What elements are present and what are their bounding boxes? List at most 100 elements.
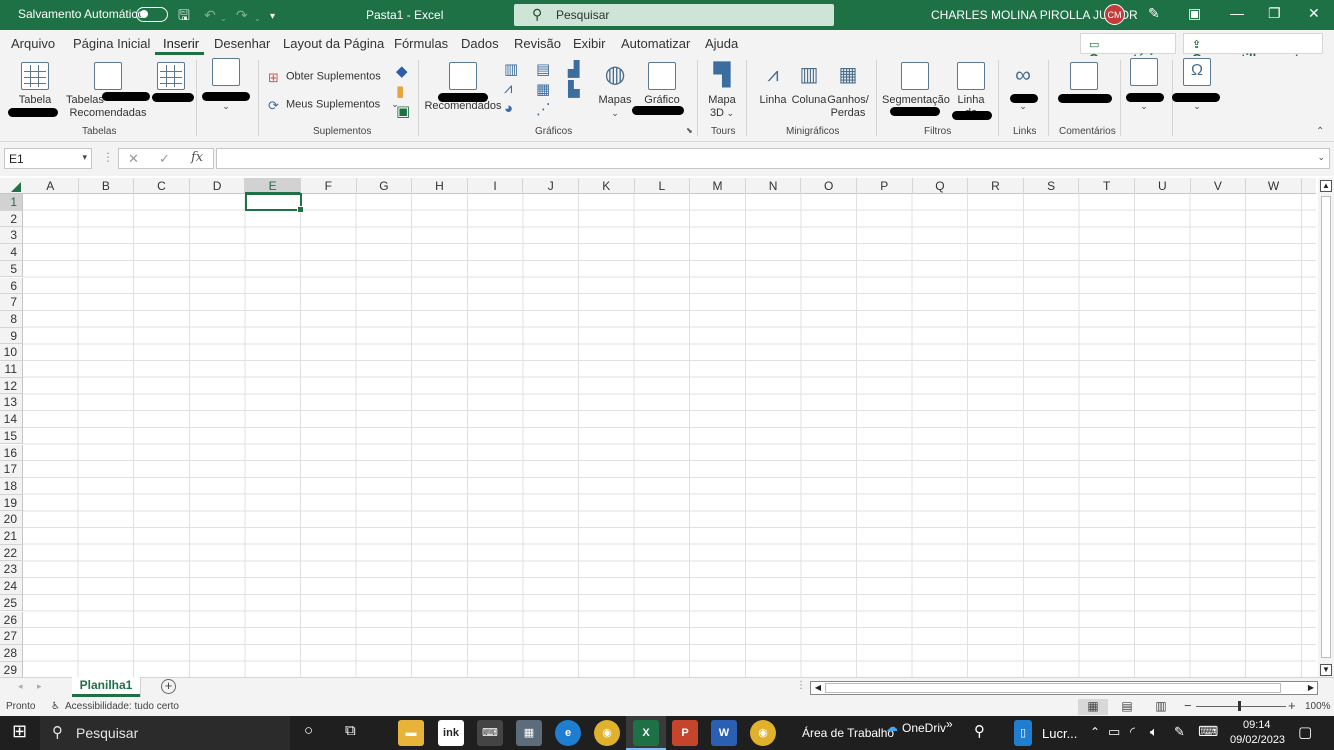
vertical-scrollbar[interactable]: ▲ ▼: [1318, 178, 1334, 677]
chrome-profile-icon[interactable]: ◉: [750, 720, 776, 746]
insert-function-icon[interactable]: fx: [191, 150, 203, 165]
document-app-label[interactable]: Lucr...: [1042, 726, 1077, 741]
keyboard-app-icon[interactable]: ⌨: [477, 720, 503, 746]
column-chart-icon[interactable]: ▥: [504, 60, 518, 78]
row-header[interactable]: 22: [0, 544, 23, 562]
tab-formulas[interactable]: Fórmulas: [394, 36, 448, 51]
tab-inserir[interactable]: Inserir: [163, 36, 199, 51]
symbols-button[interactable]: Ω ⌄: [1182, 58, 1212, 113]
link-button[interactable]: ∞ ⌄: [1006, 62, 1040, 113]
customize-toolbar-icon[interactable]: ▾: [270, 8, 275, 26]
row-header[interactable]: 7: [0, 294, 23, 311]
taskbar-search[interactable]: ⚲ Pesquisar: [40, 716, 290, 750]
row-header[interactable]: 11: [0, 361, 23, 378]
row-header[interactable]: 21: [0, 528, 23, 545]
obter-suplementos-button[interactable]: ⊞ Obter Suplementos: [268, 70, 381, 85]
tabela-button[interactable]: Tabela: [14, 62, 56, 107]
row-header[interactable]: 10: [0, 344, 23, 361]
row-header[interactable]: 25: [0, 594, 23, 612]
autosave-toggle[interactable]: [136, 7, 168, 22]
row-header[interactable]: 13: [0, 394, 23, 412]
visio-icon[interactable]: ◆: [396, 62, 408, 80]
column-header[interactable]: N: [746, 178, 802, 194]
scroll-up-icon[interactable]: ▲: [1320, 180, 1332, 192]
column-header[interactable]: L: [635, 178, 691, 194]
undo-icon[interactable]: ↶: [204, 6, 216, 24]
row-header[interactable]: 14: [0, 411, 23, 428]
select-all-button[interactable]: [0, 178, 23, 194]
column-header[interactable]: P: [857, 178, 913, 194]
tab-automatizar[interactable]: Automatizar: [621, 36, 690, 51]
column-header[interactable]: W: [1246, 178, 1302, 194]
row-header[interactable]: 24: [0, 578, 23, 595]
expand-formula-icon[interactable]: ⌄: [1317, 152, 1325, 163]
minimize-icon[interactable]: —: [1230, 5, 1244, 21]
row-header[interactable]: 19: [0, 494, 23, 512]
save-icon[interactable]: 🖫: [178, 6, 190, 24]
split-handle-icon[interactable]: ⋮: [796, 680, 806, 691]
row-header[interactable]: 17: [0, 461, 23, 478]
excel-icon[interactable]: X: [633, 720, 659, 746]
prev-sheet-icon[interactable]: ◂: [18, 681, 23, 692]
accessibility-status[interactable]: Acessibilidade: tudo certo: [65, 701, 179, 712]
chrome-icon[interactable]: ◉: [594, 720, 620, 746]
page-layout-view-icon[interactable]: ▤: [1112, 699, 1142, 715]
word-icon[interactable]: W: [711, 720, 737, 746]
column-header[interactable]: F: [301, 178, 357, 194]
cells-area[interactable]: [23, 194, 1316, 677]
redo-icon[interactable]: ↷: [236, 6, 248, 24]
redo-dropdown-icon[interactable]: ⌄: [254, 10, 261, 28]
edge-icon[interactable]: e: [555, 720, 581, 746]
row-header[interactable]: 8: [0, 310, 23, 328]
restore-icon[interactable]: ❐: [1268, 5, 1281, 22]
row-header[interactable]: 9: [0, 327, 23, 345]
tab-ajuda[interactable]: Ajuda: [705, 36, 738, 51]
sparkline-linha-button[interactable]: ⩘ Linha: [756, 62, 790, 107]
column-header[interactable]: A: [23, 178, 79, 194]
column-header[interactable]: Q: [913, 178, 969, 194]
powerpoint-icon[interactable]: P: [672, 720, 698, 746]
column-header[interactable]: T: [1079, 178, 1135, 194]
column-header[interactable]: U: [1135, 178, 1191, 194]
tab-desenhar[interactable]: Desenhar: [214, 36, 270, 51]
normal-view-icon[interactable]: ▦: [1078, 699, 1108, 715]
zoom-in-icon[interactable]: +: [1288, 698, 1296, 713]
task-view-icon[interactable]: ⧉: [345, 722, 356, 739]
zoom-slider[interactable]: [1196, 706, 1286, 707]
tab-layout[interactable]: Layout da Página: [283, 36, 384, 51]
pivot-table-button[interactable]: [154, 62, 188, 94]
column-header[interactable]: H: [412, 178, 468, 194]
wifi-icon[interactable]: ◜: [1130, 724, 1135, 740]
illustrations-button[interactable]: ⌄: [210, 58, 242, 113]
column-header[interactable]: K: [579, 178, 635, 194]
row-header[interactable]: 5: [0, 260, 23, 278]
row-header[interactable]: 18: [0, 477, 23, 495]
column-header[interactable]: V: [1191, 178, 1247, 194]
accessibility-icon[interactable]: ♿︎: [51, 701, 60, 712]
row-header[interactable]: 12: [0, 377, 23, 395]
tab-pagina-inicial[interactable]: Página Inicial: [73, 36, 150, 51]
column-header[interactable]: B: [79, 178, 135, 194]
file-explorer-icon[interactable]: ▬: [398, 720, 424, 746]
calculator-icon[interactable]: ▦: [516, 720, 542, 746]
combo-chart-icon[interactable]: ▙: [568, 80, 580, 98]
clock-date[interactable]: 09/02/2023: [1230, 734, 1285, 746]
toolbar-expand-icon[interactable]: »: [946, 717, 953, 731]
formula-input[interactable]: ⌄: [216, 148, 1330, 169]
name-box[interactable]: E1 ▾: [4, 148, 92, 169]
h-scroll-thumb[interactable]: [825, 683, 1281, 693]
meus-suplementos-button[interactable]: ⟳ Meus Suplementos ⌄: [268, 98, 399, 113]
scroll-down-icon[interactable]: ▼: [1320, 664, 1332, 676]
mapa-3d-button[interactable]: ▜ Mapa 3D ⌄: [704, 62, 740, 120]
row-header[interactable]: 3: [0, 227, 23, 245]
column-header[interactable]: J: [523, 178, 579, 194]
touch-keyboard-icon[interactable]: ⌨: [1198, 723, 1218, 740]
statistic-chart-icon[interactable]: ▦: [536, 80, 550, 98]
scroll-left-icon[interactable]: ◀: [812, 682, 824, 694]
row-header[interactable]: 4: [0, 244, 23, 261]
enter-icon[interactable]: ✓: [159, 151, 170, 167]
cortana-icon[interactable]: ○: [304, 722, 313, 739]
zoom-out-icon[interactable]: −: [1184, 698, 1192, 713]
undo-dropdown-icon[interactable]: ⌄: [220, 10, 227, 28]
tabelas-recomendadas-button[interactable]: Tabelas Recomendadas: [64, 62, 152, 120]
